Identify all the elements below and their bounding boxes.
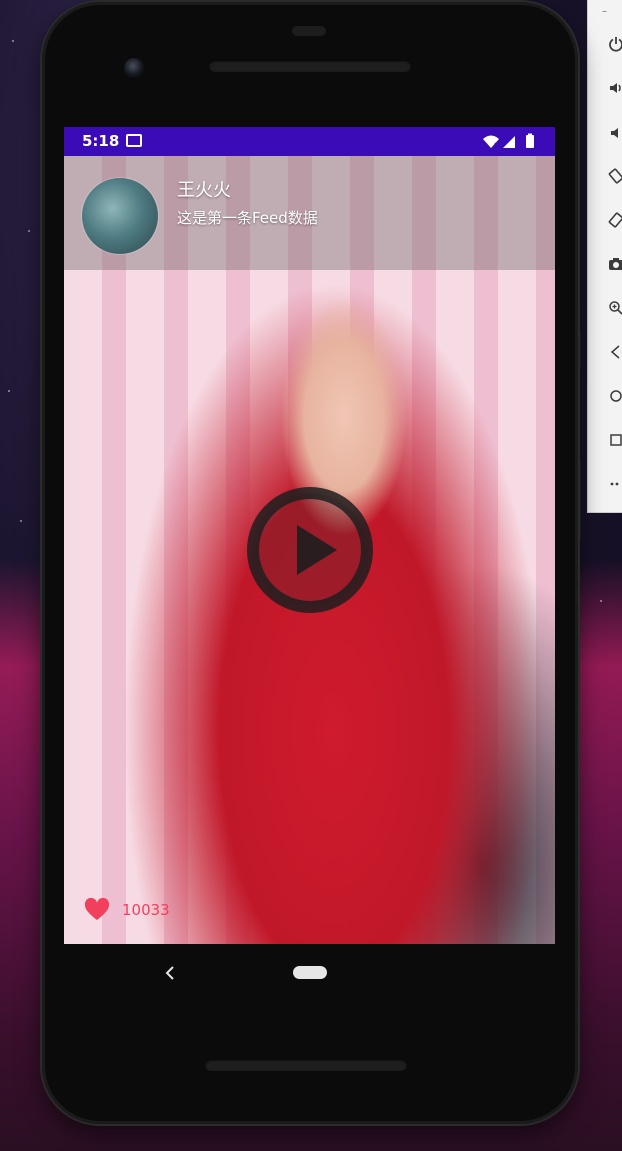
like-row[interactable]: 10033 [84,897,170,923]
volume-up-icon[interactable] [608,80,622,98]
avatar[interactable] [82,178,158,254]
bottom-speaker [205,1059,407,1071]
earpiece-speaker [209,60,411,72]
signal-icon [503,136,515,148]
minimize-icon[interactable]: – [602,6,607,17]
rotate-left-icon[interactable] [608,168,622,186]
star [600,600,602,602]
like-count: 10033 [122,901,170,919]
back-icon[interactable] [608,344,622,362]
camera-icon[interactable] [608,256,622,274]
feed-description: 这是第一条Feed数据 [177,209,318,227]
video-player[interactable]: 王火火 这是第一条Feed数据 10033 [64,156,555,944]
notification-icon [126,134,142,147]
star [28,230,30,232]
wifi-icon [483,135,500,148]
volume-down-icon[interactable] [608,125,622,143]
play-icon [247,487,373,613]
zoom-icon[interactable] [608,300,622,318]
nav-back-button[interactable] [162,962,178,984]
status-icons [481,133,541,155]
status-bar: 5:18 [64,127,555,156]
chevron-left-icon [165,966,174,980]
status-time: 5:18 [82,132,120,150]
more-icon[interactable] [608,474,622,492]
play-button[interactable] [245,485,375,615]
proximity-sensor [292,26,326,36]
author-name[interactable]: 王火火 [177,176,231,202]
star [12,40,14,42]
emulator-toolbar: – [587,0,622,513]
battery-icon [526,135,534,148]
star [8,390,10,392]
rotate-right-icon[interactable] [608,212,622,230]
device-screen: 5:18 王火火 这是第一条Feed数据 10033 [64,127,555,944]
front-camera-icon [124,58,144,78]
overview-icon[interactable] [608,432,622,450]
heart-icon [84,898,110,920]
nav-home-button[interactable] [293,966,327,979]
home-icon[interactable] [608,388,622,406]
power-icon[interactable] [608,36,622,54]
star [20,520,22,522]
feed-header: 王火火 这是第一条Feed数据 [64,156,555,270]
